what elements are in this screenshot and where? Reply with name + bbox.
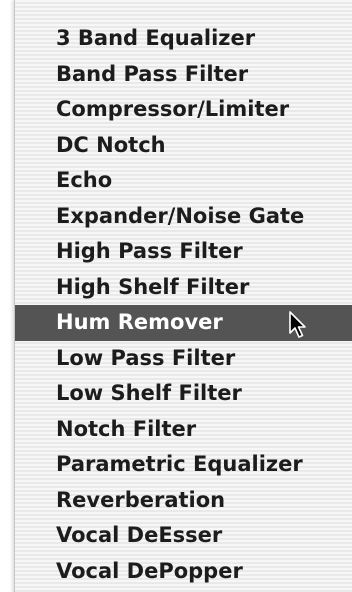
menu-item-band-pass-filter[interactable]: Band Pass Filter (15, 57, 352, 93)
menu-item-high-shelf-filter[interactable]: High Shelf Filter (15, 270, 352, 306)
menu-item-compressor-limiter[interactable]: Compressor/Limiter (15, 92, 352, 128)
screen: 3 Band Equalizer Band Pass Filter Compre… (0, 0, 352, 592)
menu-item-3-band-equalizer[interactable]: 3 Band Equalizer (15, 21, 352, 57)
menu-item-label: Hum Remover (56, 310, 223, 334)
menu-item-notch-filter[interactable]: Notch Filter (15, 412, 352, 448)
menu-item-low-pass-filter[interactable]: Low Pass Filter (15, 341, 352, 377)
menu-item-vocal-depopper[interactable]: Vocal DePopper (15, 554, 352, 590)
menu-item-dc-notch[interactable]: DC Notch (15, 128, 352, 164)
menu-item-high-pass-filter[interactable]: High Pass Filter (15, 234, 352, 270)
menu-item-list: 3 Band Equalizer Band Pass Filter Compre… (15, 0, 352, 589)
menu-item-vocal-deesser[interactable]: Vocal DeEsser (15, 518, 352, 554)
menu-item-echo[interactable]: Echo (15, 163, 352, 199)
menu-item-hum-remover[interactable]: Hum Remover (15, 305, 352, 341)
mouse-pointer-arrow-icon (289, 311, 306, 338)
menu-item-low-shelf-filter[interactable]: Low Shelf Filter (15, 376, 352, 412)
menu-item-reverberation[interactable]: Reverberation (15, 483, 352, 519)
effects-dropdown-menu: 3 Band Equalizer Band Pass Filter Compre… (14, 0, 352, 592)
menu-item-parametric-equalizer[interactable]: Parametric Equalizer (15, 447, 352, 483)
menu-item-expander-noise-gate[interactable]: Expander/Noise Gate (15, 199, 352, 235)
